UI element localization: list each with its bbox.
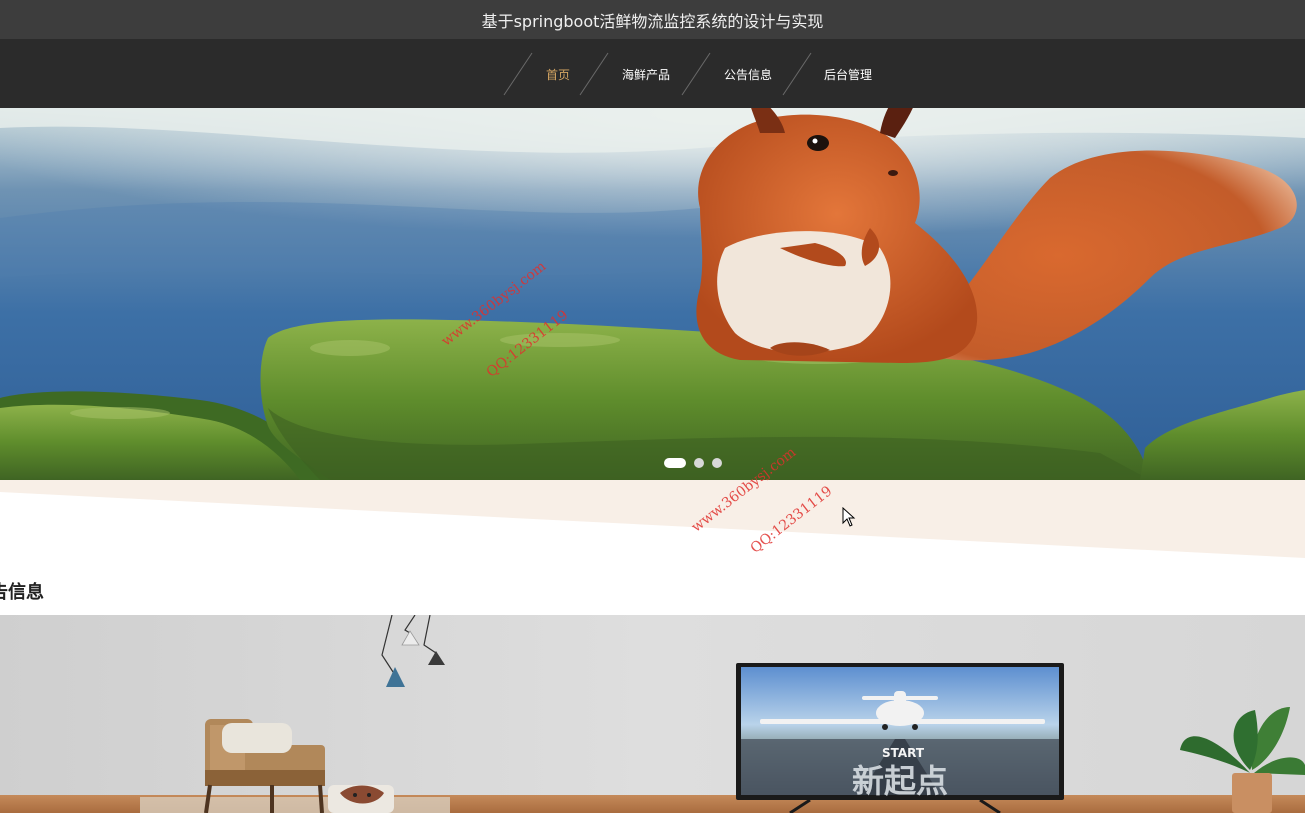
tv-caption: START [882,746,925,760]
nav-item-notices-label: 公告信息 [723,67,772,82]
nav-item-admin-label: 后台管理 [823,67,872,82]
nav-item-admin[interactable]: 后台管理 [812,63,884,85]
carousel-dot-2[interactable] [694,458,704,468]
carousel-banner[interactable] [0,108,1305,480]
nav-item-seafood-label: 海鲜产品 [621,67,670,82]
nav-item-home-label: 首页 [545,67,570,82]
nav-separator [503,52,533,96]
nav-separator [782,52,812,96]
nav-item-notices[interactable]: 公告信息 [712,63,784,85]
site-title-bar: 基于springboot活鲜物流监控系统的设计与实现 [0,0,1305,39]
nav-item-seafood[interactable]: 海鲜产品 [610,63,682,85]
mouse-cursor-icon [842,507,856,527]
tv-headline: 新起点 [852,762,948,800]
tv-icon: START 新起点 [736,663,1064,813]
carousel-dot-3[interactable] [712,458,722,468]
slanted-divider [0,480,1305,560]
room-scene-image: START 新起点 [0,615,1305,813]
squirrel-banner-image [0,108,1305,480]
room-banner: START 新起点 [0,615,1305,813]
site-title: 基于springboot活鲜物流监控系统的设计与实现 [481,11,824,31]
carousel-dot-1[interactable] [664,458,686,468]
carousel-pagination [664,458,722,468]
nav-separator [681,52,711,96]
section-title: 告信息 [0,582,44,603]
nav-separator [579,52,609,96]
nav-item-home[interactable]: 首页 [536,63,580,85]
